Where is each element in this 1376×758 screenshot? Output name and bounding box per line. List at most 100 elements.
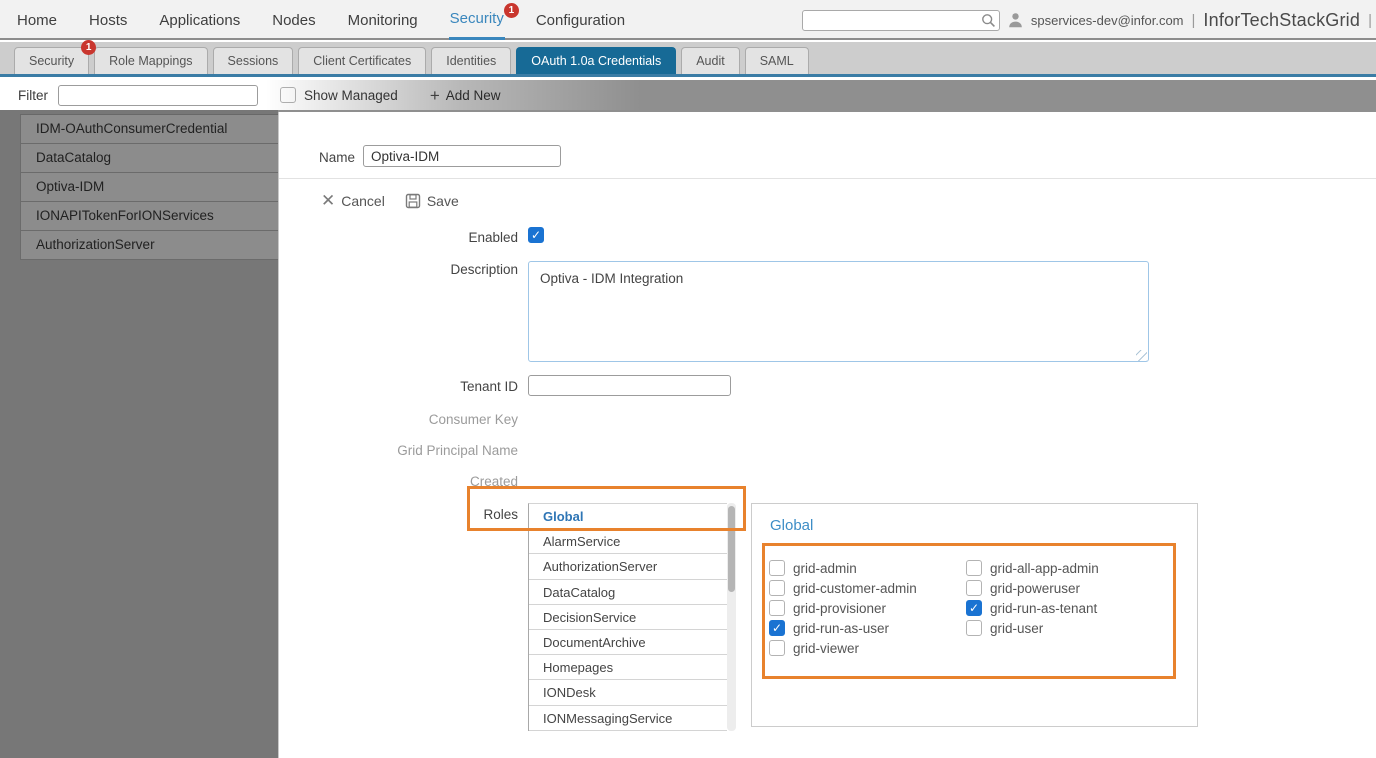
tab-sessions[interactable]: Sessions [213,47,294,74]
description-label: Description [279,262,518,277]
divider [279,178,1376,179]
grid-all-app-admin-checkbox[interactable] [966,560,982,576]
grid-admin-checkbox[interactable] [769,560,785,576]
show-managed-label: Show Managed [304,88,398,103]
filter-input[interactable] [58,85,258,106]
permission-label: grid-all-app-admin [990,561,1099,576]
app-window: Home Hosts Applications Nodes Monitoring… [0,0,1376,758]
tab-audit[interactable]: Audit [681,47,740,74]
grid-run-as-user-checkbox[interactable]: ✓ [769,620,785,636]
permission-label: grid-admin [793,561,857,576]
scrollbar-thumb[interactable] [728,506,735,592]
cancel-label: Cancel [341,193,385,209]
filter-label: Filter [18,88,48,103]
role-item[interactable]: DocumentArchive [529,630,727,655]
permission-row: ✓ grid-run-as-tenant [966,598,1099,618]
nav-item-security[interactable]: Security 1 [449,0,505,40]
enabled-label: Enabled [279,230,518,245]
add-new-label: Add New [446,88,501,103]
tab-saml[interactable]: SAML [745,47,809,74]
security-tabbar: Security 1 Role Mappings Sessions Client… [0,42,1376,77]
consumer-key-label: Consumer Key [279,412,518,427]
filter-toolbar: Filter Show Managed + Add New [0,80,1376,110]
grid-user-checkbox[interactable] [966,620,982,636]
nav-item-applications[interactable]: Applications [158,0,241,40]
role-item[interactable]: IONMessagingService [529,706,727,731]
show-managed-checkbox[interactable] [280,87,296,103]
role-detail-heading: Global [770,517,813,534]
role-item[interactable]: IONDesk [529,680,727,705]
grid-viewer-checkbox[interactable] [769,640,785,656]
grid-provisioner-checkbox[interactable] [769,600,785,616]
permission-row: grid-all-app-admin [966,558,1099,578]
description-textarea[interactable]: Optiva - IDM Integration [528,261,1149,362]
search-icon[interactable] [981,13,996,28]
permissions-column-left: grid-admin grid-customer-admin grid-prov… [769,558,917,658]
roles-listbox: Global AlarmService AuthorizationServer … [528,503,736,731]
permission-row: grid-user [966,618,1099,638]
scrollbar-track[interactable] [727,503,736,731]
global-search [802,10,1000,31]
permission-row: grid-poweruser [966,578,1099,598]
add-new-button[interactable]: + Add New [430,87,501,104]
tab-security[interactable]: Security 1 [14,47,89,74]
permission-label: grid-user [990,621,1043,636]
separator: | [1368,12,1372,29]
role-item-global[interactable]: Global [529,504,727,529]
grid-customer-admin-checkbox[interactable] [769,580,785,596]
nav-item-hosts[interactable]: Hosts [88,0,128,40]
enabled-checkbox[interactable]: ✓ [528,227,544,243]
nav-menu: Home Hosts Applications Nodes Monitoring… [16,0,626,40]
nav-item-monitoring[interactable]: Monitoring [347,0,419,40]
modal-dim-overlay [0,110,278,758]
tenant-id-label: Tenant ID [279,379,518,394]
nav-item-label: Security [450,10,504,27]
name-label: Name [319,150,355,165]
user-icon [1008,12,1023,28]
role-item[interactable]: AuthorizationServer [529,554,727,579]
permission-label: grid-viewer [793,641,859,656]
role-item[interactable]: DataCatalog [529,580,727,605]
nav-item-configuration[interactable]: Configuration [535,0,626,40]
roles-list: Global AlarmService AuthorizationServer … [528,503,727,731]
tab-role-mappings[interactable]: Role Mappings [94,47,207,74]
tab-identities[interactable]: Identities [431,47,511,74]
grid-run-as-tenant-checkbox[interactable]: ✓ [966,600,982,616]
separator: | [1192,12,1196,29]
tabs: Security 1 Role Mappings Sessions Client… [14,47,809,74]
role-item[interactable]: AlarmService [529,529,727,554]
product-title: InforTechStackGrid [1203,10,1360,31]
nav-right-area: spservices-dev@infor.com | InforTechStac… [802,0,1372,40]
created-label: Created [279,474,518,489]
show-managed-toggle[interactable]: Show Managed [280,87,398,103]
content-area: Filter Show Managed + Add New IDM-OAuthC… [0,80,1376,758]
name-input[interactable] [363,145,561,167]
save-button[interactable]: Save [405,193,459,209]
nav-item-home[interactable]: Home [16,0,58,40]
notification-badge: 1 [504,3,519,18]
divider [768,544,1173,545]
tenant-id-input[interactable] [528,375,731,396]
roles-label: Roles [279,507,518,522]
permission-row: grid-admin [769,558,917,578]
cancel-x-icon: ✕ [321,192,335,209]
permission-row: grid-customer-admin [769,578,917,598]
search-input[interactable] [802,10,1000,31]
form-actions: ✕ Cancel Save [321,192,459,209]
role-detail-panel: Global grid-admin grid-customer-admin [751,503,1198,727]
permission-row: ✓ grid-run-as-user [769,618,917,638]
role-item[interactable]: Homepages [529,655,727,680]
tab-label: Security [29,54,74,68]
permission-label: grid-customer-admin [793,581,917,596]
permission-row: grid-provisioner [769,598,917,618]
cancel-button[interactable]: ✕ Cancel [321,192,385,209]
grid-poweruser-checkbox[interactable] [966,580,982,596]
tab-client-certificates[interactable]: Client Certificates [298,47,426,74]
tab-oauth-credentials[interactable]: OAuth 1.0a Credentials [516,47,676,74]
save-label: Save [427,193,459,209]
save-disk-icon [405,193,421,209]
top-navbar: Home Hosts Applications Nodes Monitoring… [0,0,1376,40]
role-item[interactable]: DecisionService [529,605,727,630]
permission-label: grid-provisioner [793,601,886,616]
nav-item-nodes[interactable]: Nodes [271,0,316,40]
